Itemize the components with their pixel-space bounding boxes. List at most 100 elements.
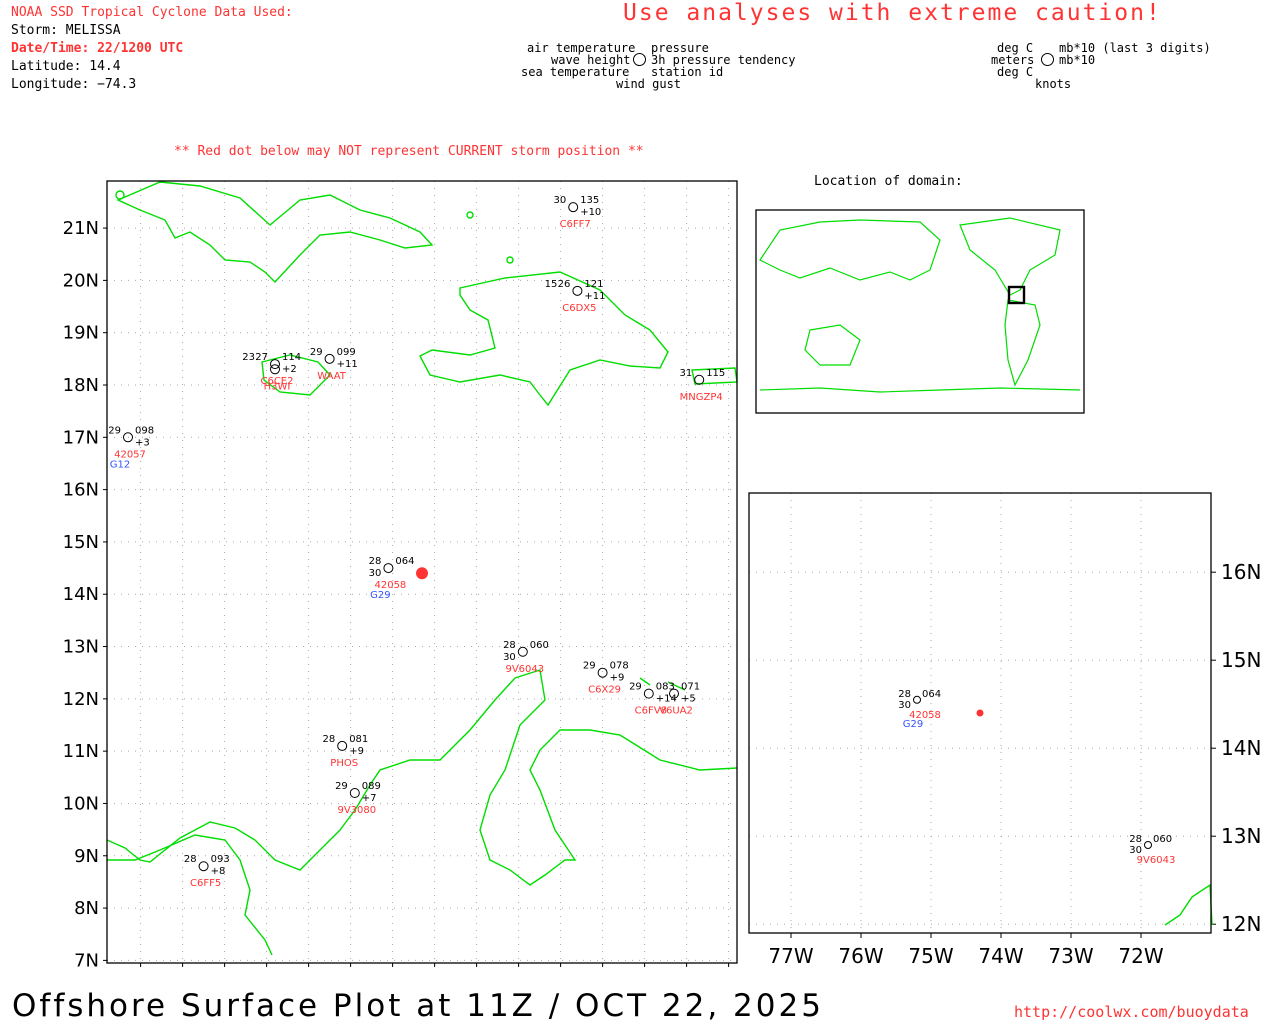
station-pressure: 093: [211, 854, 230, 865]
station-circle-icon: [694, 374, 705, 385]
main-lat-label: 15N: [63, 532, 99, 553]
station-id: 9V6043: [505, 664, 544, 675]
main-lon-label: 77W: [291, 967, 327, 970]
coast-island: [506, 256, 514, 264]
station-extra: 15: [545, 279, 558, 290]
main-lat-label: 16N: [63, 480, 99, 501]
station-id: C6DX5: [562, 303, 596, 314]
main-lon-label: 73W: [459, 967, 495, 970]
station-id: 9V6043: [1137, 855, 1176, 866]
main-lon-label: 69W: [627, 967, 663, 970]
storm-datetime: Date/Time: 22/1200 UTC: [11, 41, 184, 56]
station-plot: 26 121+11 15 C6DX5: [545, 279, 606, 314]
zoom-lat-label: 12N: [1221, 912, 1261, 936]
station-id: 9V3080: [337, 805, 376, 816]
main-lat-labels: 21N 20N 19N 18N 17N 16N 15N 14N 13N 12N 11N 10N 9N 8N…: [63, 218, 99, 970]
legend-units-gust: knots: [1035, 77, 1072, 91]
station-tendency: +7: [362, 793, 377, 804]
station-pressure: 083: [656, 682, 675, 693]
zoom-coast: [1164, 883, 1213, 926]
station-air-temp: 28: [322, 734, 335, 745]
station-tendency: +10: [580, 207, 601, 218]
station-id: WAAT: [317, 371, 347, 382]
station-air-temp: 31: [679, 368, 692, 379]
station-plot: 28 060 309V6043: [503, 640, 549, 675]
station-pressure: 064: [395, 556, 414, 567]
world-inset-map: [755, 209, 1085, 414]
station-air-temp: 28: [898, 689, 911, 700]
station-air-temp: 29: [108, 425, 121, 436]
main-lon-label: 76W: [333, 967, 369, 970]
station-tendency: +5: [681, 694, 696, 705]
station-circle-icon: [1144, 841, 1152, 849]
main-lat-label: 11N: [63, 741, 99, 762]
main-lat-label: 19N: [63, 323, 99, 344]
main-lat-label: 13N: [63, 637, 99, 658]
footer-title: Offshore Surface Plot at 11Z / OCT 22, 2…: [12, 988, 824, 1024]
zoom-lon-label: 75W: [908, 944, 953, 968]
station-air-temp: 29: [335, 781, 348, 792]
station-pressure: 099: [337, 347, 356, 358]
storm-longitude: Longitude: −74.3: [11, 77, 137, 92]
station-circle-icon: [383, 563, 394, 574]
footer-url[interactable]: http://coolwx.com/buoydata: [1014, 1003, 1249, 1021]
zoom-lon-label: 72W: [1118, 944, 1163, 968]
main-lat-label: 17N: [63, 427, 99, 448]
zoom-storm-position-dot: [976, 709, 984, 717]
station-air-temp: 28: [184, 854, 197, 865]
station-plot: 29 089+79V3080: [335, 781, 381, 816]
zoom-lat-label: 14N: [1221, 736, 1261, 760]
zoom-stations: 28 0643042058G2928 060309V6043: [898, 689, 1175, 866]
main-lon-label: 78W: [249, 967, 285, 970]
source-title: NOAA SSD Tropical Cyclone Data Used:: [11, 5, 293, 20]
zoom-lat-label: 15N: [1221, 648, 1261, 672]
station-circle-icon: [517, 646, 528, 657]
station-tendency: +2: [282, 364, 297, 375]
main-lat-label: 7N: [74, 950, 99, 970]
station-tendency: +14: [656, 694, 677, 705]
station-circle-icon: [568, 202, 579, 213]
main-lat-label: 18N: [63, 375, 99, 396]
station-plot: 28 0643042058G29: [369, 556, 415, 601]
station-tendency: +9: [610, 673, 625, 684]
station-id: H3WI: [264, 381, 291, 392]
storm-position-dot: [416, 567, 428, 580]
station-circle-icon: [913, 695, 921, 704]
station-pressure: 114: [282, 352, 301, 363]
buoy-id: G29: [903, 719, 923, 730]
station-circle-icon: [324, 353, 335, 364]
coast-island: [115, 190, 125, 200]
station-extra: 23: [242, 352, 255, 363]
legend-units-tendency: mb*10: [1059, 53, 1096, 67]
station-id: MNGZP4: [680, 392, 723, 403]
main-lat-label: 9N: [74, 846, 99, 867]
legend-units-circle-icon: [1041, 53, 1054, 66]
legend-units-sea-temp: deg C: [997, 65, 1034, 79]
storm-latitude: Latitude: 14.4: [11, 59, 121, 74]
zoom-lon-label: 76W: [838, 944, 883, 968]
station-plot: 29 099+11WAAT: [310, 347, 358, 382]
storm-name: Storm: MELISSA: [11, 23, 121, 38]
station-circle-icon: [198, 861, 209, 872]
station-pressure: 071: [681, 682, 700, 693]
station-id: V6UA2: [659, 706, 693, 717]
zoom-lon-labels: 77W 76W 75W 74W 73W 72W: [768, 944, 1163, 968]
main-lon-label: 75W: [375, 967, 411, 970]
coast-island: [466, 211, 474, 219]
main-lon-label: 68W: [669, 967, 705, 970]
station-tendency: +11: [584, 291, 605, 302]
zoom-lat-label: 13N: [1221, 824, 1261, 848]
red-dot-note: ** Red dot below may NOT represent CURRE…: [174, 144, 644, 159]
station-circle-icon: [597, 667, 608, 678]
coast-cuba: [116, 181, 434, 284]
station-pressure: 121: [584, 279, 603, 290]
station-pressure: 081: [349, 734, 368, 745]
buoy-id: G29: [370, 590, 390, 601]
station-pressure: 098: [135, 425, 154, 436]
main-lat-label: 12N: [63, 689, 99, 710]
station-circle-icon: [270, 364, 280, 375]
station-air-temp: 29: [310, 347, 323, 358]
zoom-station-plot: 28 060309V6043: [1129, 834, 1175, 866]
station-id: C6X29: [588, 685, 621, 696]
legend-sea-temperature: sea temperature: [521, 65, 630, 79]
